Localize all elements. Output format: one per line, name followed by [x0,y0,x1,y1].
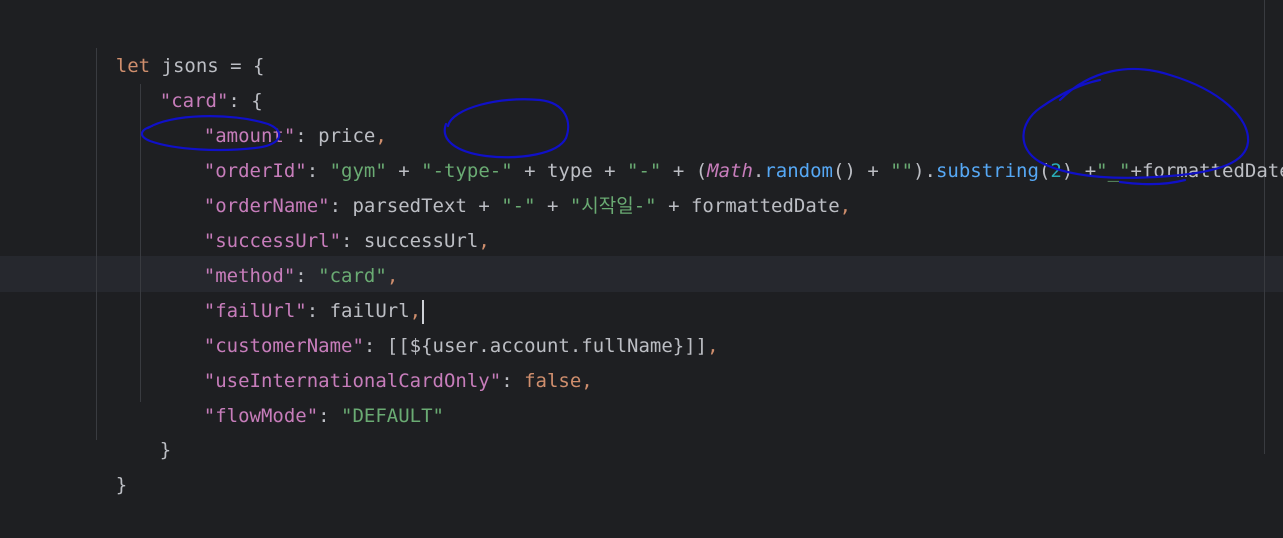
method-name: substring [936,160,1039,182]
code-line[interactable]: } [70,433,127,468]
code-text: + [536,195,570,217]
code-line[interactable]: } [114,398,171,433]
closing-brace: } [116,474,127,496]
code-text: ) + [1062,160,1096,182]
code-line[interactable]: "failUrl": failUrl, [158,259,424,294]
code-text: ). [913,160,936,182]
comma: , [707,335,718,357]
number-literal: 2 [1050,160,1061,182]
code-line[interactable]: "successUrl": successUrl, [158,189,490,224]
comma: , [581,370,592,392]
code-line[interactable]: "useInternationalCardOnly": false, [158,329,593,364]
property-key: "flowMode" [204,405,318,427]
keyword: false [524,370,581,392]
code-text: : [318,405,341,427]
code-line[interactable]: "method": "card", [158,224,398,259]
code-text: + formattedDate [657,195,840,217]
code-line[interactable]: "amount": price, [158,84,387,119]
indent-guide [96,48,97,440]
comma: , [840,195,851,217]
string-literal: "DEFAULT" [341,405,444,427]
string-literal: "" [890,160,913,182]
code-text: ( [1039,160,1050,182]
code-line[interactable]: let jsons = { [70,14,264,49]
code-editor[interactable]: let jsons = { "card": { "amount": price,… [0,0,1283,454]
indent-guide [140,84,141,402]
right-margin-guide [1264,0,1265,454]
comma: , [478,230,489,252]
string-literal: "_" [1096,160,1130,182]
code-text: : [501,370,524,392]
code-line[interactable]: "flowMode": "DEFAULT" [158,364,444,399]
code-line[interactable]: "orderName": parsedText + "-" + "시작일-" +… [158,154,851,189]
code-line[interactable]: "card": { [114,49,263,84]
code-line[interactable]: "customerName": [[${user.account.fullNam… [158,294,719,329]
string-literal: "시작일-" [570,195,657,217]
code-text: +formattedDate [1131,160,1283,182]
string-literal: "-" [501,195,535,217]
code-line[interactable]: "orderId": "gym" + "-type-" + type + "-"… [158,119,1283,154]
closing-brace: } [160,439,171,461]
